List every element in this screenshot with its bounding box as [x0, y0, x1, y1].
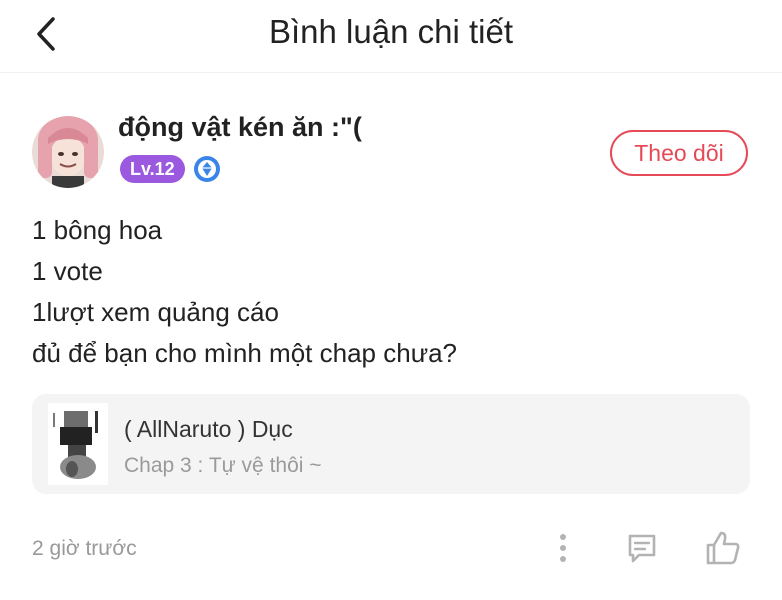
timestamp: 2 giờ trước	[32, 537, 137, 560]
header-bar: Bình luận chi tiết	[0, 0, 782, 73]
manga-cover-thumbnail	[48, 403, 108, 485]
diamond-badge-icon	[193, 156, 220, 182]
username[interactable]: động vật kén ăn :"(	[118, 112, 362, 143]
user-badges: Lv.12	[120, 155, 221, 183]
level-badge: Lv.12	[120, 155, 185, 183]
follow-button[interactable]: Theo dõi	[610, 130, 748, 176]
more-button[interactable]	[548, 528, 578, 568]
story-title: ( AllNaruto ) Dục	[124, 416, 293, 442]
more-vertical-icon	[560, 534, 566, 562]
comment-line: 1 bông hoa	[32, 215, 163, 245]
comment-icon	[628, 534, 656, 563]
referenced-chapter-card[interactable]: ( AllNaruto ) Dục Chap 3 : Tự vệ thôi ~	[32, 394, 750, 494]
like-icon	[706, 531, 740, 565]
comment-line: 1lượt xem quảng cáo	[32, 297, 279, 327]
avatar[interactable]	[32, 116, 104, 188]
comment-line: 1 vote	[32, 256, 103, 286]
page-title: Bình luận chi tiết	[269, 13, 513, 50]
chapter-title: Chap 3 : Tự vệ thôi ~	[124, 454, 322, 477]
comment-body: 1 bông hoa 1 vote 1lượt xem quảng cáo đủ…	[32, 210, 457, 374]
comment-line: đủ để bạn cho mình một chap chưa?	[32, 338, 458, 368]
like-button[interactable]	[700, 525, 746, 571]
reply-button[interactable]	[620, 526, 664, 570]
